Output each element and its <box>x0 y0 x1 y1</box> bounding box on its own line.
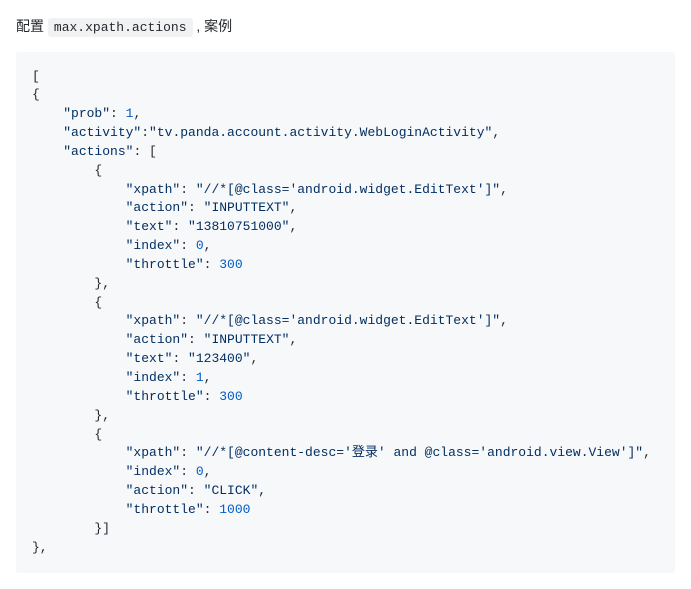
a1-v-xpath: "//*[@class='android.widget.EditText']" <box>196 313 500 328</box>
inline-code: max.xpath.actions <box>48 18 193 37</box>
a1-k-text: "text" <box>126 351 173 366</box>
a0-v-text: "13810751000" <box>188 219 289 234</box>
a0-v-xpath: "//*[@class='android.widget.EditText']" <box>196 182 500 197</box>
a1-v-action: "INPUTTEXT" <box>204 332 290 347</box>
a0-k-text: "text" <box>126 219 173 234</box>
a1-v-throttle: 300 <box>219 389 242 404</box>
a2-close: }] <box>94 521 110 536</box>
a2-v-index: 0 <box>196 464 204 479</box>
a2-k-throttle: "throttle" <box>126 502 204 517</box>
a2-open: { <box>94 427 102 442</box>
a2-v-xpath: "//*[@content-desc='登录' and @class='andr… <box>196 445 643 460</box>
intro-line: 配置 max.xpath.actions , 案例 <box>16 16 675 38</box>
a1-close: }, <box>94 408 110 423</box>
k-actions: "actions" <box>63 144 133 159</box>
a2-v-action: "CLICK" <box>204 483 259 498</box>
a1-k-action: "action" <box>126 332 188 347</box>
a0-k-index: "index" <box>126 238 181 253</box>
intro-suffix: , 案例 <box>193 18 233 34</box>
line-brace: { <box>32 87 40 102</box>
a2-k-index: "index" <box>126 464 181 479</box>
obj-close: }, <box>32 540 48 555</box>
a1-v-text: "123400" <box>188 351 250 366</box>
a0-open: { <box>94 163 102 178</box>
a0-v-index: 0 <box>196 238 204 253</box>
a0-v-throttle: 300 <box>219 257 242 272</box>
a1-v-index: 1 <box>196 370 204 385</box>
line-open: [ <box>32 69 40 84</box>
a2-k-xpath: "xpath" <box>126 445 181 460</box>
a1-k-index: "index" <box>126 370 181 385</box>
a0-k-xpath: "xpath" <box>126 182 181 197</box>
a1-k-xpath: "xpath" <box>126 313 181 328</box>
a2-v-throttle: 1000 <box>219 502 250 517</box>
v-activity: "tv.panda.account.activity.WebLoginActiv… <box>149 125 492 140</box>
a1-k-throttle: "throttle" <box>126 389 204 404</box>
a0-k-throttle: "throttle" <box>126 257 204 272</box>
v-prob: 1 <box>126 106 134 121</box>
a1-open: { <box>94 295 102 310</box>
code-block: [ { "prob": 1, "activity":"tv.panda.acco… <box>16 52 675 574</box>
a0-v-action: "INPUTTEXT" <box>204 200 290 215</box>
k-prob: "prob" <box>63 106 110 121</box>
a0-close: }, <box>94 276 110 291</box>
k-activity: "activity" <box>63 125 141 140</box>
a0-k-action: "action" <box>126 200 188 215</box>
actions-open: : [ <box>133 144 156 159</box>
a2-k-action: "action" <box>126 483 188 498</box>
intro-prefix: 配置 <box>16 18 48 34</box>
